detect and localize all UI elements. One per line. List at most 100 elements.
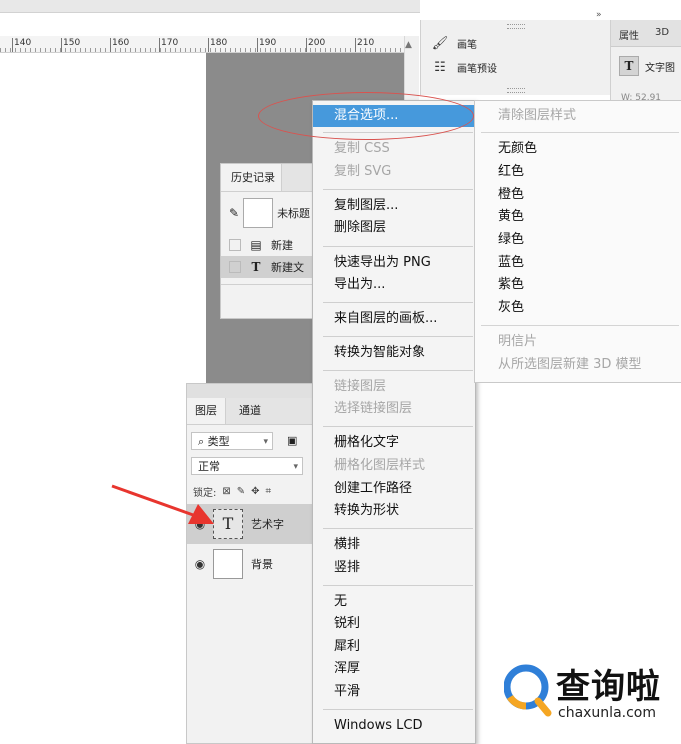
menu-item-convert-to-shape[interactable]: 转换为形状 (313, 500, 475, 522)
layer-name: 背景 (251, 558, 273, 571)
collapse-panels-icon[interactable]: » (596, 10, 602, 20)
menu-separator (323, 336, 473, 337)
tab-history[interactable]: 历史记录 (221, 164, 282, 191)
menu-item-aa-crisp[interactable]: 犀利 (313, 636, 475, 658)
brush-panel: 🖌 画笔 ☷ 画笔预设 (420, 20, 611, 95)
image-filter-icon[interactable]: ▣ (287, 434, 297, 447)
menu-item-copy-css[interactable]: 复制 CSS (313, 138, 475, 160)
tab-layers[interactable]: 图层 (187, 398, 226, 424)
menu-separator (323, 246, 473, 247)
menu-separator (481, 132, 679, 133)
menu-item-select-linked[interactable]: 选择链接图层 (313, 398, 475, 420)
visibility-eye-icon[interactable]: ◉ (187, 557, 213, 571)
menu-item-color-green[interactable]: 绿色 (475, 229, 681, 251)
layers-panel: 图层 通道 ⌕ 类型 ▾ ▣ 正常 ▾ 锁定: ⊠ ✎ ✥ ⌗ ◉ T 艺术字 … (186, 383, 314, 744)
menu-item-convert-smart-object[interactable]: 转换为智能对象 (313, 342, 475, 364)
lock-paint-icon[interactable]: ✎ (237, 486, 245, 497)
menu-separator (323, 709, 473, 710)
menu-item-color-blue[interactable]: 蓝色 (475, 252, 681, 274)
menu-item-postcard[interactable]: 明信片 (475, 331, 681, 353)
menu-item-windows-lcd[interactable]: Windows LCD (313, 715, 475, 737)
filter-kind-select[interactable]: ⌕ 类型 ▾ (191, 432, 273, 450)
menu-item-create-work-path[interactable]: 创建工作路径 (313, 478, 475, 500)
menu-item-color-violet[interactable]: 紫色 (475, 274, 681, 296)
type-layer-icon: T (619, 56, 639, 76)
menu-item-aa-strong[interactable]: 浑厚 (313, 658, 475, 680)
ruler-tick: 170 (158, 38, 180, 52)
panel-grip[interactable] (507, 24, 525, 29)
layer-name: 艺术字 (251, 518, 284, 531)
menu-item-artboard-from-layers[interactable]: 来自图层的画板... (313, 308, 475, 330)
brush-icon: 🖌 (431, 36, 449, 51)
menu-item-horizontal[interactable]: 横排 (313, 534, 475, 556)
watermark-logo: 查询啦 chaxunla.com (498, 655, 681, 742)
menu-item-color-red[interactable]: 红色 (475, 161, 681, 183)
tab-properties[interactable]: 属性 (619, 27, 639, 42)
ruler-tick: 190 (256, 38, 278, 52)
brush-preset-label: 画笔预设 (457, 64, 497, 75)
blend-mode-select[interactable]: 正常 ▾ (191, 457, 303, 475)
horizontal-ruler: 140 150 160 170 180 190 200 210 (0, 36, 404, 53)
history-step[interactable]: T 新建文 (221, 256, 313, 278)
menu-separator (481, 325, 679, 326)
brush-label: 画笔 (457, 40, 477, 51)
menu-item-rasterize-style[interactable]: 栅格化图层样式 (313, 455, 475, 477)
menu-separator (323, 585, 473, 586)
layers-tabs: 图层 通道 (187, 398, 313, 425)
menu-item-vertical[interactable]: 竖排 (313, 557, 475, 579)
menu-item-delete-layer[interactable]: 删除图层 (313, 217, 475, 239)
history-checkbox[interactable] (229, 239, 241, 251)
history-panel: 历史记录 ✎ 未标题 ▤ 新建 T 新建文 (220, 163, 314, 319)
ruler-tick: 160 (109, 38, 131, 52)
menu-item-color-orange[interactable]: 橙色 (475, 184, 681, 206)
menu-item-rasterize-type[interactable]: 栅格化文字 (313, 432, 475, 454)
lock-transparent-icon[interactable]: ⊠ (222, 486, 230, 497)
history-brush-icon: ✎ (229, 206, 240, 220)
history-step[interactable]: ▤ 新建 (221, 234, 313, 256)
snapshot-thumbnail (243, 198, 274, 228)
tab-3d[interactable]: 3D (655, 27, 669, 38)
panel-grip[interactable] (507, 88, 525, 93)
history-snapshot[interactable]: ✎ 未标题 (229, 198, 310, 228)
chevron-down-icon: ▾ (263, 437, 268, 447)
menu-separator (323, 426, 473, 427)
brush-panel-item[interactable]: 🖌 画笔 (431, 36, 477, 51)
search-icon: ⌕ (198, 435, 205, 448)
menu-item-aa-none[interactable]: 无 (313, 591, 475, 613)
menu-item-color-gray[interactable]: 灰色 (475, 297, 681, 319)
menu-separator (323, 528, 473, 529)
menu-item-quick-export-png[interactable]: 快速导出为 PNG (313, 252, 475, 274)
menu-item-link-layers[interactable]: 链接图层 (313, 376, 475, 398)
text-tool-icon: T (251, 260, 261, 274)
ruler-tick: 140 (11, 38, 33, 52)
menu-item-duplicate-layer[interactable]: 复制图层... (313, 195, 475, 217)
brush-preset-item[interactable]: ☷ 画笔预设 (431, 60, 497, 75)
tab-channels[interactable]: 通道 (231, 398, 269, 424)
menu-item-color-none[interactable]: 无颜色 (475, 138, 681, 160)
menu-item-aa-smooth[interactable]: 平滑 (313, 681, 475, 703)
history-checkbox[interactable] (229, 261, 241, 273)
lock-position-icon[interactable]: ✥ (251, 486, 259, 497)
filter-kind-value: 类型 (207, 435, 230, 448)
history-tab-bar: 历史记录 (221, 164, 313, 192)
menu-separator (323, 370, 473, 371)
lock-artboard-icon[interactable]: ⌗ (266, 486, 272, 497)
menu-item-export-as[interactable]: 导出为... (313, 274, 475, 296)
annotation-arrow-icon (111, 484, 214, 524)
menu-item-color-yellow[interactable]: 黄色 (475, 206, 681, 228)
layer-row[interactable]: ◉ 背景 (187, 544, 313, 584)
scroll-up-arrow-icon[interactable]: ▲ (405, 40, 412, 50)
properties-panel: 属性 3D T 文字图 W: 52.91 (610, 20, 681, 110)
menu-item-new-3d-model[interactable]: 从所选图层新建 3D 模型 (475, 354, 681, 376)
menu-item-copy-svg[interactable]: 复制 SVG (313, 161, 475, 183)
properties-type-label: 文字图 (645, 62, 675, 74)
annotation-ellipse (258, 92, 474, 140)
snapshot-label: 未标题 (277, 207, 311, 220)
layer-context-submenu: 清除图层样式 无颜色 红色 橙色 黄色 绿色 蓝色 紫色 灰色 明信片 从所选图… (474, 100, 681, 383)
menu-item-aa-sharp[interactable]: 锐利 (313, 613, 475, 635)
document-icon: ▤ (250, 238, 262, 252)
menu-item-clear-layer-style[interactable]: 清除图层样式 (475, 105, 681, 127)
layer-thumbnail (213, 549, 243, 579)
ruler-tick: 200 (305, 38, 327, 52)
divider (221, 284, 313, 285)
